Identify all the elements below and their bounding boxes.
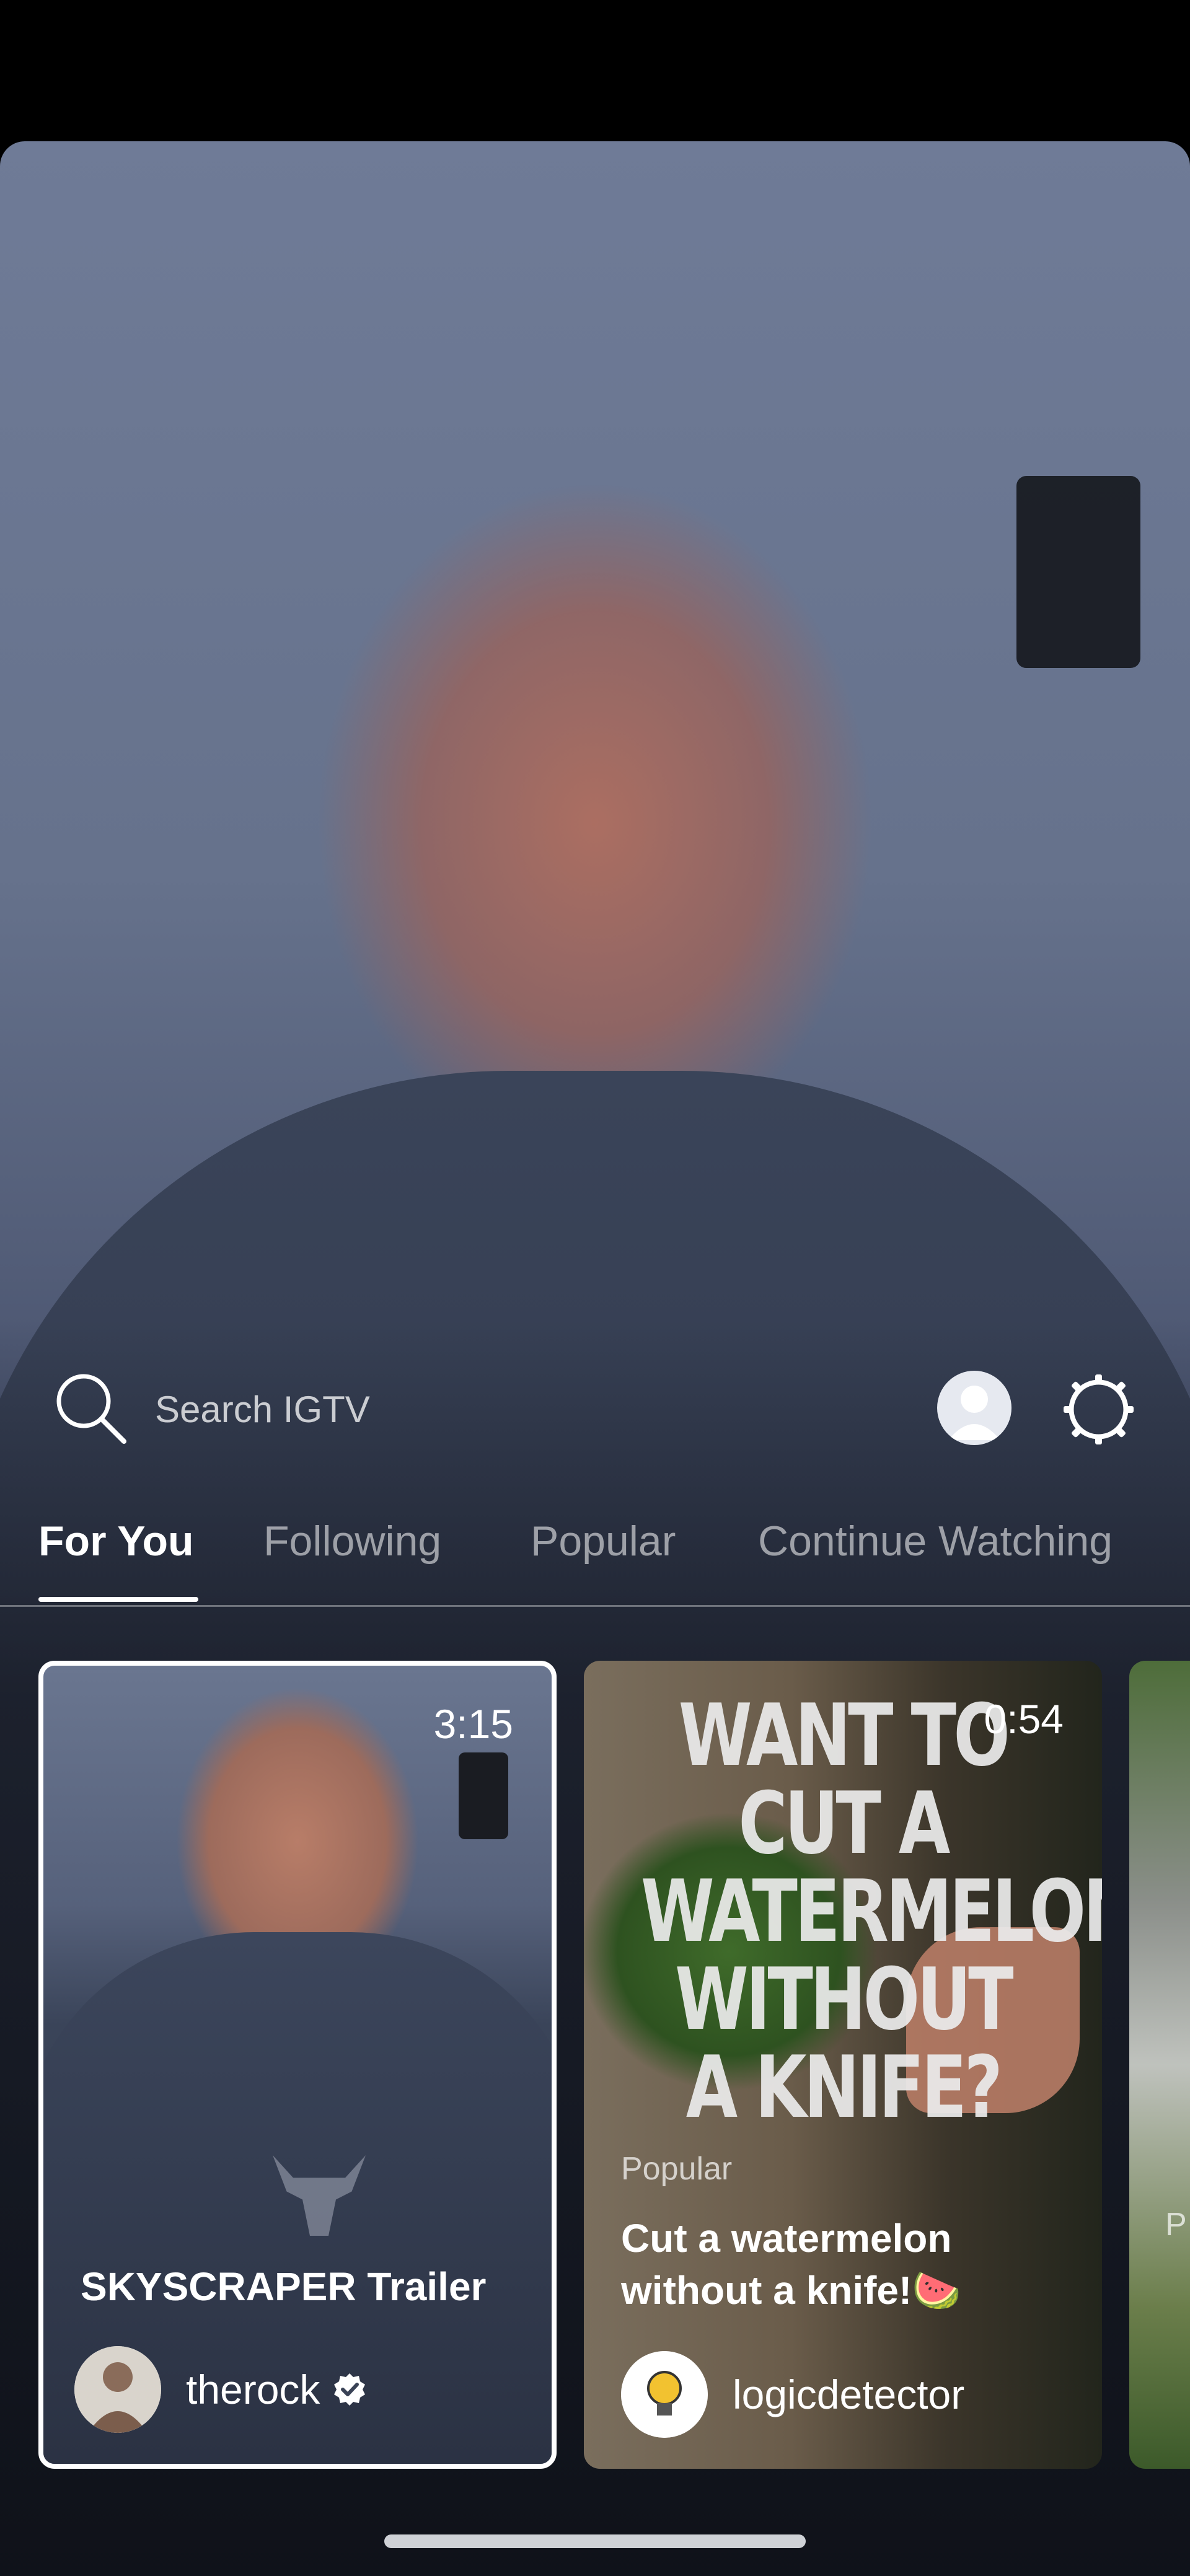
video-title-line2: without a knife!🍉 [621, 2268, 961, 2313]
verified-badge-icon [334, 2373, 366, 2406]
video-card-partial[interactable]: P [1129, 1661, 1190, 2469]
tab-popular[interactable]: Popular [531, 1513, 676, 1569]
video-category: P [1165, 2207, 1187, 2243]
video-duration: 3:15 [433, 1701, 513, 1747]
tab-following[interactable]: Following [263, 1513, 441, 1569]
gear-icon[interactable] [1060, 1371, 1137, 1448]
search-bar: Search IGTV [0, 1363, 1190, 1456]
video-card-watermelon[interactable]: WANT TO CUT A WATERMELON WITHOUT A KNIFE… [584, 1661, 1102, 2469]
thumbnail-overlay-text: WANT TO CUT A WATERMELON WITHOUT A KNIFE… [640, 1686, 1102, 2137]
channel-avatar[interactable] [621, 2351, 708, 2438]
tab-continue-watching[interactable]: Continue Watching [758, 1513, 1113, 1569]
video-title-line1: Cut a watermelon [621, 2216, 952, 2261]
category-tabs: For You Following Popular Continue Watch… [0, 1500, 1190, 1607]
background-video-frame [1016, 476, 1140, 668]
channel-info[interactable]: therock [74, 2346, 367, 2433]
video-duration: 0:54 [984, 1696, 1064, 1742]
channel-name[interactable]: logicdetector [733, 2371, 964, 2418]
active-tab-indicator [38, 1597, 198, 1602]
tab-for-you[interactable]: For You [38, 1513, 194, 1569]
search-input[interactable]: Search IGTV [155, 1388, 713, 1431]
video-category: Popular [621, 2151, 733, 2187]
home-indicator[interactable] [384, 2534, 806, 2548]
channel-info[interactable]: logicdetector [621, 2351, 964, 2438]
channel-avatar[interactable] [74, 2346, 161, 2433]
video-title: SKYSCRAPER Trailer [81, 2264, 487, 2309]
channel-name[interactable]: therock [186, 2366, 320, 2413]
video-card-skyscraper[interactable]: 3:15 SKYSCRAPER Trailer therock [38, 1661, 557, 2469]
search-icon[interactable] [50, 1367, 130, 1448]
profile-avatar-icon[interactable] [937, 1371, 1011, 1445]
